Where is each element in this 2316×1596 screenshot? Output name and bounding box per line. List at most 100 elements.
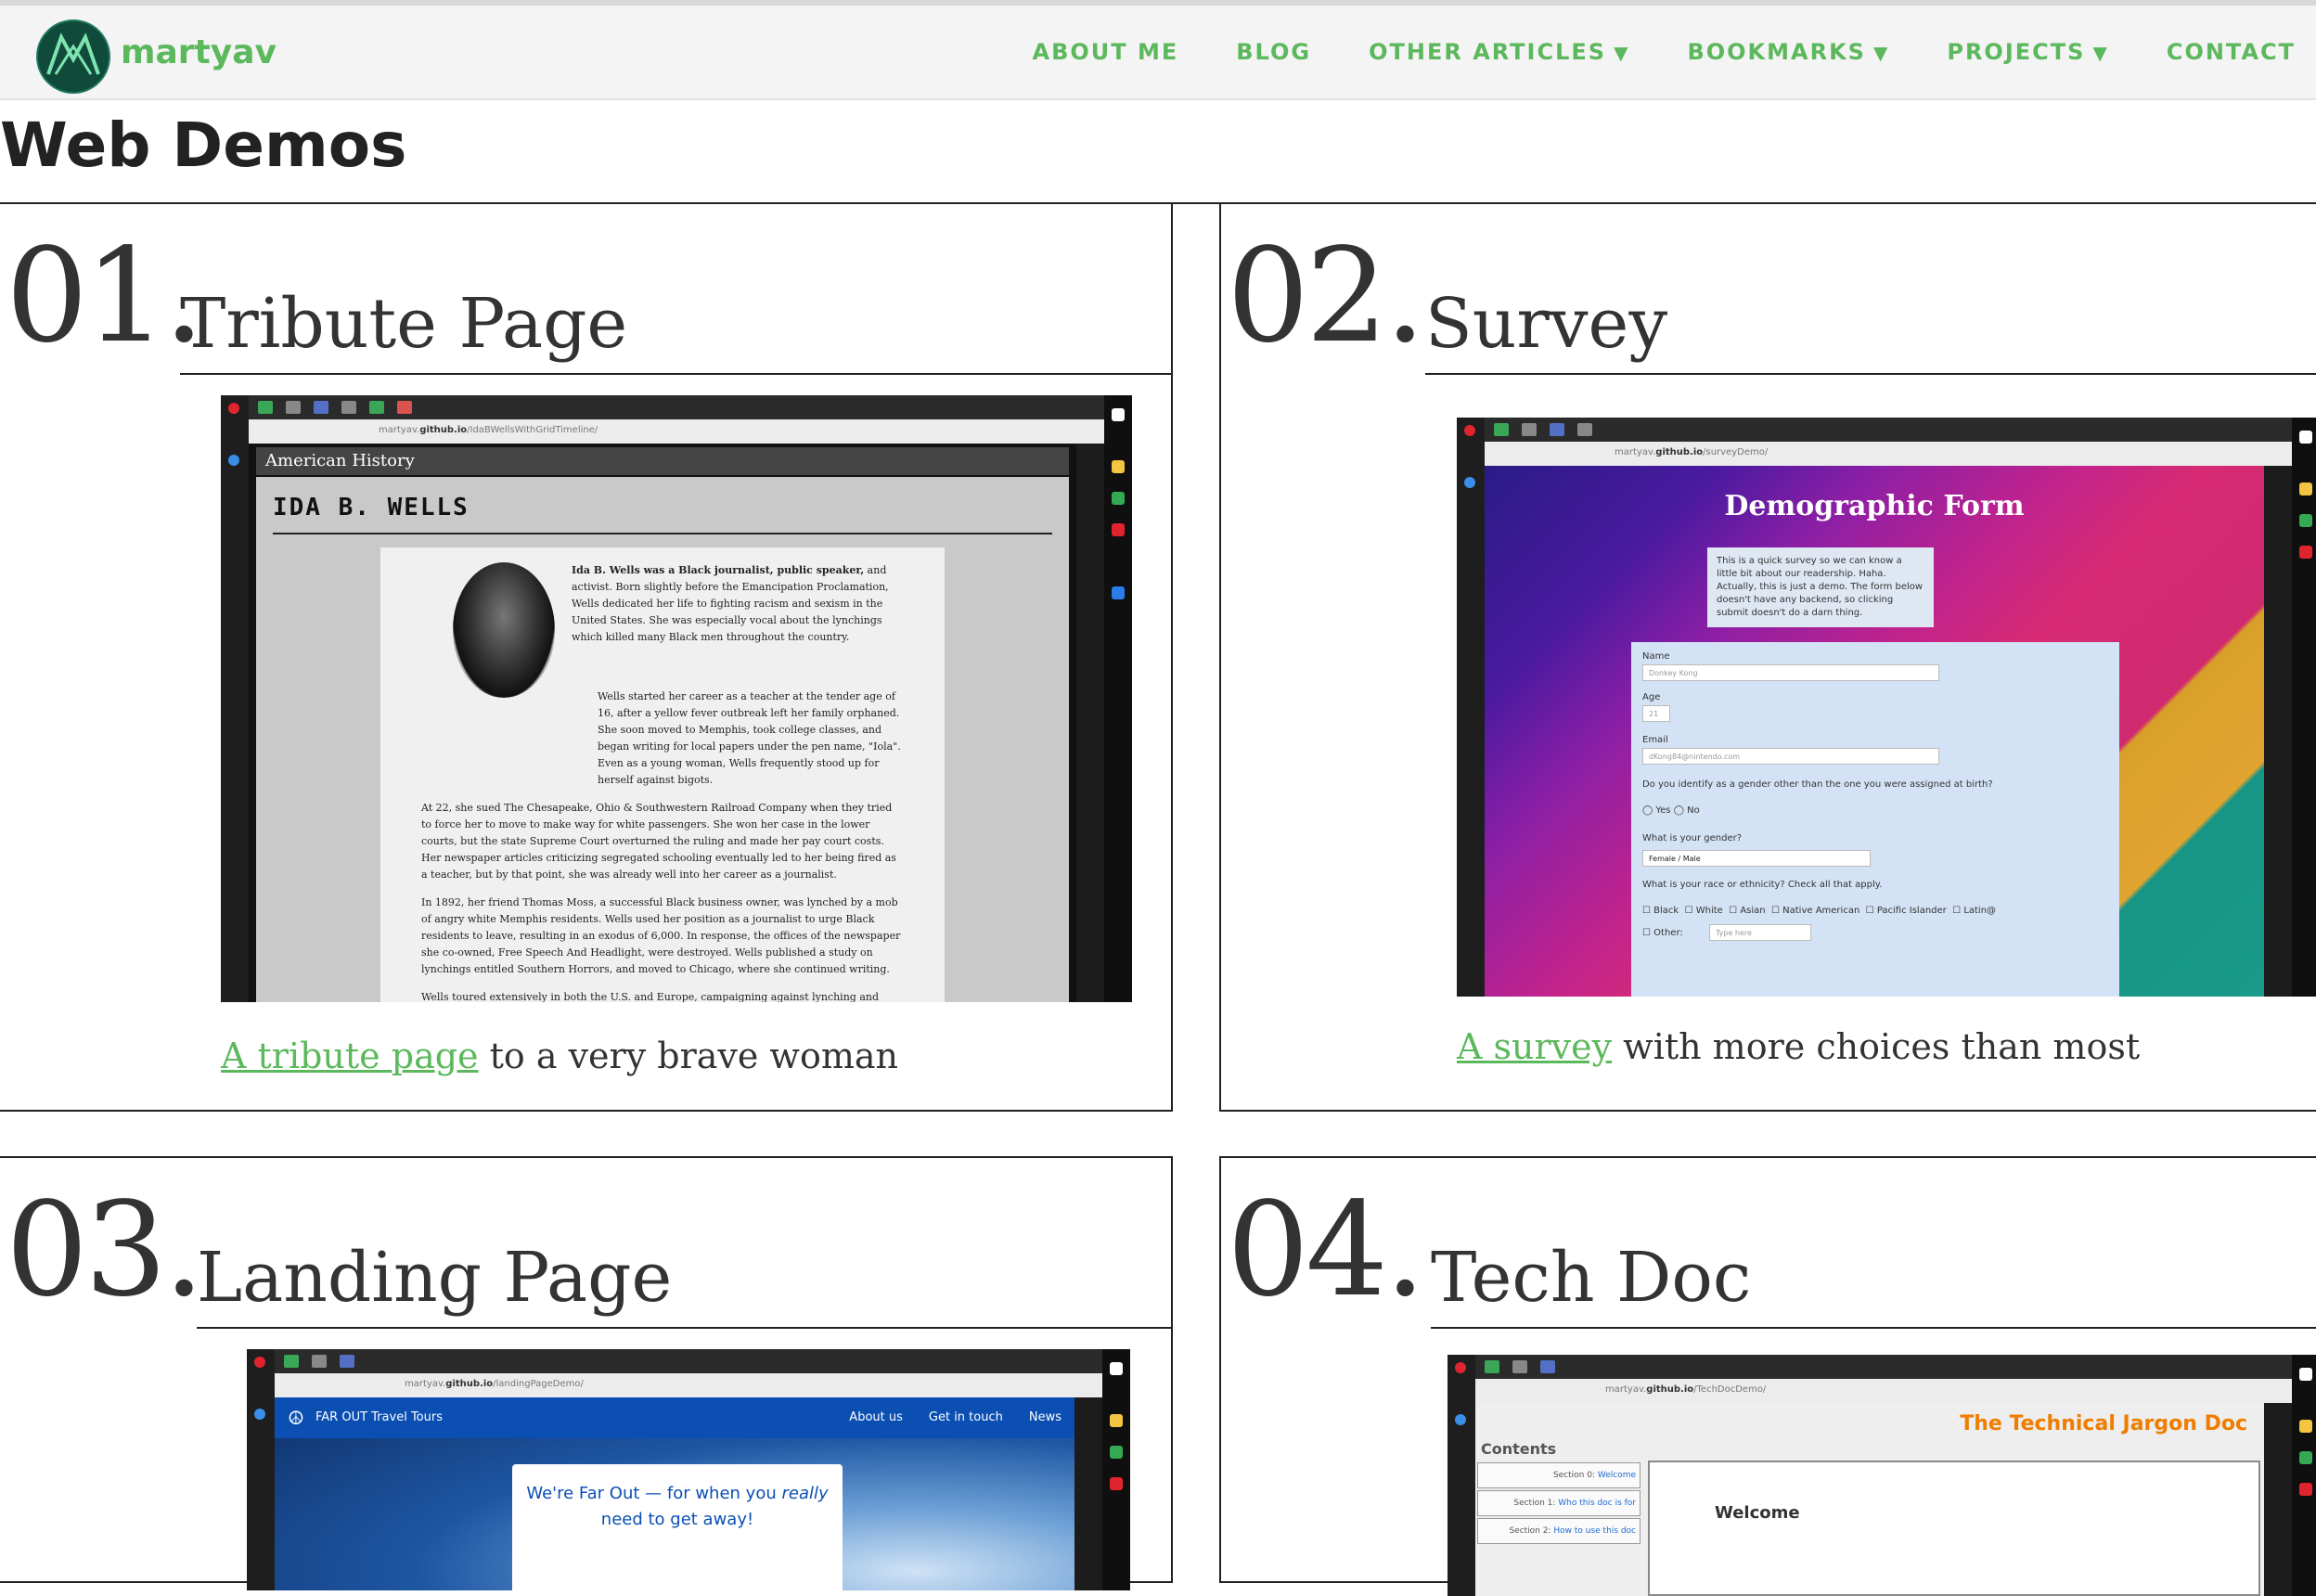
nav-label: OTHER ARTICLES [1369,39,1606,65]
taskbar [1104,395,1132,1002]
portrait-image [453,562,555,698]
field-label: Email [1642,735,1668,745]
race-checkboxes[interactable]: ☐ Black ☐ White ☐ Asian ☐ Native America… [1642,906,1996,916]
browser-sidebar [247,1349,275,1590]
divider [273,533,1052,534]
windows-icon [2299,431,2312,444]
demo-card-techdoc: 04. Tech Doc martyav.github.io/TechDocDe… [1219,1156,2316,1583]
age-input[interactable]: 21 [1642,705,1670,722]
name-input[interactable]: Donkey Kong [1642,664,1939,681]
tab-favicon-icon [312,1355,327,1368]
tab-favicon-icon [397,401,412,414]
tribute-screenshot[interactable]: martyav.github.io/IdaBWellsWithGridTimel… [221,395,1132,1002]
opera-icon [1464,425,1475,436]
nav-blog[interactable]: BLOG [1236,39,1311,65]
landing-screenshot[interactable]: martyav.github.io/landingPageDemo/ ☮ FAR… [247,1349,1130,1590]
demo-caption: A tribute page to a very brave woman [221,1036,898,1076]
nav-projects[interactable]: PROJECTS ▼ [1947,39,2108,65]
techdoc-section-link[interactable]: Section 1: Who this doc is for [1477,1490,1640,1516]
tab-favicon-icon [284,1355,299,1368]
windows-icon [1112,408,1125,421]
windows-icon [2299,1368,2312,1381]
demo-title: Tribute Page [180,290,627,358]
address-bar[interactable]: martyav.github.io/TechDocDemo/ [1475,1379,2292,1403]
landing-hero-box: We're Far Out — for when you reallyneed … [512,1464,843,1590]
demo-title: Landing Page [197,1243,672,1312]
question-text: What is your race or ethnicity? Check al… [1642,880,1882,890]
nav-label: CONTACT [2167,39,2296,65]
tribute-page-link[interactable]: A tribute page [221,1036,479,1076]
techdoc-sidebar: Section 0: Welcome Section 1: Who this d… [1477,1462,1640,1596]
demo-card-landing: 03. Landing Page martyav.github.io/landi… [0,1156,1173,1583]
survey-link[interactable]: A survey [1457,1026,1612,1067]
nav-other-articles[interactable]: OTHER ARTICLES▼ [1369,39,1629,65]
caption-text: with more choices than most [1612,1026,2140,1067]
demo-number: 04. [1227,1186,1422,1316]
landing-brand: FAR OUT Travel Tours [315,1410,443,1424]
taskbar [2292,418,2316,997]
chrome-icon [2299,514,2312,527]
landing-links[interactable]: About usGet in touchNews [823,1410,1062,1424]
windows-icon [1110,1362,1123,1375]
taskbar [1102,1349,1130,1590]
tribute-article: Ida B. Wells was a Black journalist, pub… [380,547,945,1002]
email-input[interactable]: dKong84@nintendo.com [1642,748,1939,765]
url-text: martyav.github.io/landingPageDemo/ [405,1379,584,1389]
divider [1425,373,2316,375]
tab-favicon-icon [1550,423,1564,436]
techdoc-section-link[interactable]: Section 2: How to use this doc [1477,1518,1640,1544]
messenger-icon [228,455,239,466]
nav-label: PROJECTS [1947,39,2085,65]
demo-card-survey: 02. Survey martyav.github.io/surveyDemo/… [1219,202,2316,1112]
site-brand[interactable]: martyav [121,33,277,71]
nav-contact[interactable]: CONTACT [2167,39,2296,65]
techdoc-page-view: The Technical Jargon Doc Contents Sectio… [1475,1403,2264,1596]
caret-down-icon: ▼ [2092,42,2108,64]
tab-favicon-icon [341,401,356,414]
tab-favicon-icon [369,401,384,414]
other-checkbox[interactable]: ☐ Other: [1642,928,1683,938]
main-nav: ABOUT ME BLOG OTHER ARTICLES▼ BOOKMARKS▼… [975,6,2316,98]
address-bar[interactable]: martyav.github.io/IdaBWellsWithGridTimel… [249,419,1104,444]
address-bar[interactable]: martyav.github.io/landingPageDemo/ [275,1373,1102,1397]
tab-favicon-icon [314,401,328,414]
techdoc-section-link[interactable]: Section 0: Welcome [1477,1462,1640,1488]
survey-screenshot[interactable]: martyav.github.io/surveyDemo/ Demographi… [1457,418,2316,997]
app-icon [1112,586,1125,599]
survey-form: Name Donkey Kong Age 21 Email dKong84@ni… [1631,642,2119,997]
browser-tabs [249,395,1104,419]
nav-bookmarks[interactable]: BOOKMARKS▼ [1687,39,1889,65]
opera-icon [2299,546,2312,559]
divider [180,373,1171,375]
peace-icon: ☮ [288,1407,304,1429]
card-header: 04. Tech Doc [1221,1158,2316,1325]
field-label: Name [1642,651,1670,662]
techdoc-screenshot[interactable]: martyav.github.io/TechDocDemo/ The Techn… [1448,1355,2316,1596]
techdoc-welcome: Welcome [1715,1503,1800,1523]
tab-favicon-icon [1494,423,1509,436]
url-text: martyav.github.io/TechDocDemo/ [1605,1384,1766,1395]
tribute-bar: American History [256,447,1069,475]
survey-heading: Demographic Form [1485,490,2264,522]
nav-about-me[interactable]: ABOUT ME [1033,39,1179,65]
page-title: Web Demos [0,109,406,181]
folder-icon [2299,1420,2312,1433]
opera-icon [1455,1362,1466,1373]
gender-select[interactable]: Female / Male [1642,850,1871,867]
caret-down-icon: ▼ [1873,42,1889,64]
martyav-logo-icon[interactable] [35,19,111,95]
radio-group[interactable]: ◯ Yes ◯ No [1642,805,1700,816]
divider [1431,1327,2316,1329]
card-header: 03. Landing Page [0,1158,1171,1325]
address-bar[interactable]: martyav.github.io/surveyDemo/ [1485,442,2292,466]
caption-text: to a very brave woman [479,1036,898,1076]
techdoc-contents-label: Contents [1481,1440,1556,1458]
browser-tabs [1485,418,2292,442]
tab-favicon-icon [1485,1360,1499,1373]
other-input[interactable]: Type here [1709,924,1811,941]
folder-icon [1110,1414,1123,1427]
opera-icon [228,403,239,414]
demo-number: 03. [6,1186,201,1316]
browser-sidebar [1448,1355,1475,1596]
tab-favicon-icon [286,401,301,414]
